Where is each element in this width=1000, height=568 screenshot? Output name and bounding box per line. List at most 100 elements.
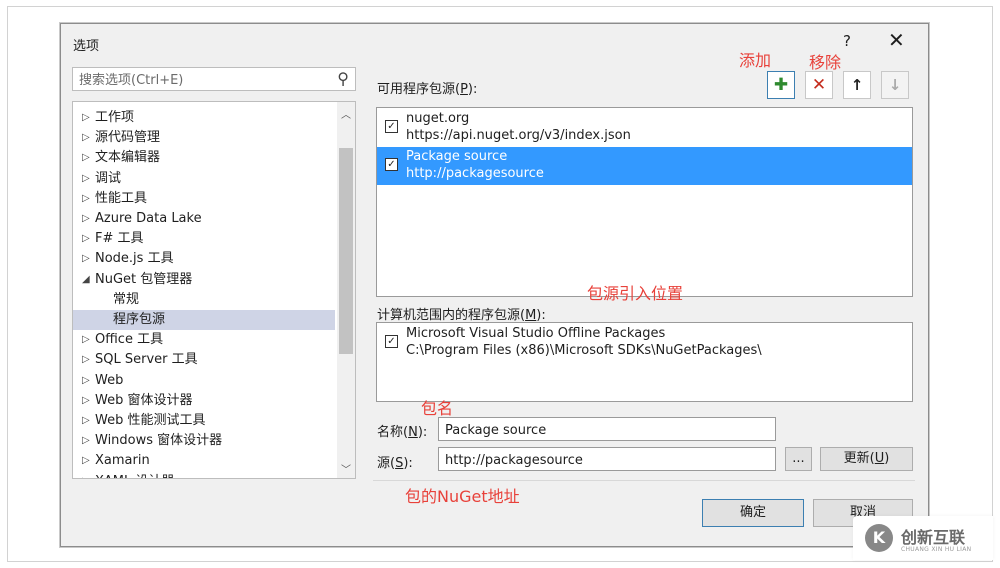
tree-item[interactable]: ▷ 文本编辑器 bbox=[73, 148, 335, 168]
name-field[interactable] bbox=[438, 417, 776, 441]
watermark-text: 创新互联 bbox=[901, 528, 966, 547]
source-field[interactable] bbox=[438, 447, 776, 471]
source-label: 源(S): bbox=[377, 456, 413, 471]
collapsed-arrow-icon[interactable]: ▷ bbox=[82, 148, 90, 168]
tree-item[interactable]: ▷ F# 工具 bbox=[73, 229, 335, 249]
machine-sources-label: 计算机范围内的程序包源(M): bbox=[377, 308, 546, 323]
tree-item-label: NuGet 包管理器 bbox=[95, 271, 193, 287]
tree-scrollbar[interactable]: ︿ ﹀ bbox=[337, 102, 355, 478]
tree-item[interactable]: ▷ Web bbox=[73, 371, 335, 391]
tree-item-label: 程序包源 bbox=[113, 312, 166, 327]
tree-item[interactable]: ▷ Xamarin bbox=[73, 451, 335, 471]
available-sources-label: 可用程序包源(P): bbox=[377, 82, 478, 97]
source-input[interactable] bbox=[443, 449, 767, 471]
help-button[interactable]: ? bbox=[843, 32, 851, 50]
brand-logo-icon: K bbox=[865, 524, 893, 552]
tree-item-label: SQL Server 工具 bbox=[95, 352, 198, 368]
tree-item[interactable]: ▷ 调试 bbox=[73, 169, 335, 189]
available-sources-list[interactable]: ✓ nuget.org https://api.nuget.org/v3/ind… bbox=[376, 107, 913, 297]
ok-button[interactable]: 确定 bbox=[702, 499, 804, 527]
collapsed-arrow-icon[interactable]: ▷ bbox=[82, 451, 90, 471]
source-name: Package source bbox=[406, 149, 508, 164]
source-checkbox[interactable]: ✓ bbox=[385, 120, 398, 133]
watermark: K 创新互联 CHUANG XIN HU LIAN bbox=[853, 516, 993, 560]
scroll-up-icon[interactable]: ︿ bbox=[341, 106, 351, 121]
annotation-url: 包的NuGet地址 bbox=[405, 487, 520, 506]
collapsed-arrow-icon[interactable]: ▷ bbox=[82, 391, 90, 411]
collapsed-arrow-icon[interactable]: ▷ bbox=[82, 472, 90, 478]
browse-button[interactable]: ... bbox=[785, 447, 812, 471]
machine-source-item[interactable]: ✓ Microsoft Visual Studio Offline Packag… bbox=[377, 324, 912, 362]
collapsed-arrow-icon[interactable]: ▷ bbox=[82, 189, 90, 209]
source-url: C:\Program Files (x86)\Microsoft SDKs\Nu… bbox=[406, 343, 762, 358]
tree-item-label: 性能工具 bbox=[95, 190, 148, 206]
annotation-position: 包源引入位置 bbox=[587, 284, 684, 303]
remove-source-button[interactable]: ✕ bbox=[805, 71, 833, 99]
collapsed-arrow-icon[interactable]: ▷ bbox=[82, 350, 90, 370]
tree-item-label: Windows 窗体设计器 bbox=[95, 433, 223, 449]
machine-sources-list[interactable]: ✓ Microsoft Visual Studio Offline Packag… bbox=[376, 322, 913, 402]
collapsed-arrow-icon[interactable]: ▷ bbox=[82, 229, 90, 249]
source-url: https://api.nuget.org/v3/index.json bbox=[406, 128, 631, 143]
divider bbox=[373, 480, 915, 481]
tree-item-label: Web bbox=[95, 372, 124, 388]
move-down-button[interactable]: ↓ bbox=[881, 71, 909, 99]
tree-item[interactable]: ▷ Windows 窗体设计器 bbox=[73, 431, 335, 451]
watermark-subtext: CHUANG XIN HU LIAN bbox=[901, 546, 972, 553]
tree-item[interactable]: 程序包源 bbox=[73, 310, 335, 330]
collapsed-arrow-icon[interactable]: ▷ bbox=[82, 431, 90, 451]
update-button[interactable]: 更新(U) bbox=[820, 447, 913, 471]
source-checkbox[interactable]: ✓ bbox=[385, 335, 398, 348]
source-item-package-source[interactable]: ✓ Package source http://packagesource bbox=[377, 147, 912, 185]
tree-item-label: Azure Data Lake bbox=[95, 211, 202, 226]
tree-item-label: 源代码管理 bbox=[95, 130, 161, 146]
dialog-title: 选项 bbox=[73, 39, 100, 54]
scroll-down-icon[interactable]: ﹀ bbox=[341, 461, 351, 476]
source-name: Microsoft Visual Studio Offline Packages bbox=[406, 326, 666, 341]
tree-item-label: Web 窗体设计器 bbox=[95, 392, 193, 408]
tree-item[interactable]: ▷ 性能工具 bbox=[73, 189, 335, 209]
tree-item-label: 调试 bbox=[95, 170, 122, 186]
tree-item[interactable]: ▷ XAML 设计器 bbox=[73, 472, 335, 478]
tree-item[interactable]: ▷ SQL Server 工具 bbox=[73, 350, 335, 370]
tree-item-label: F# 工具 bbox=[95, 231, 144, 247]
collapsed-arrow-icon[interactable]: ▷ bbox=[82, 411, 90, 431]
options-tree[interactable]: ▷ 工作项 ▷ 源代码管理 ▷ 文本编辑器 ▷ 调试 ▷ 性能工具 ▷ Azure Data Lake… bbox=[72, 101, 356, 479]
tree-item-label: Web 性能测试工具 bbox=[95, 413, 206, 428]
collapsed-arrow-icon[interactable]: ▷ bbox=[82, 371, 90, 391]
collapsed-arrow-icon[interactable]: ▷ bbox=[82, 249, 90, 269]
tree-item[interactable]: ▷ Office 工具 bbox=[73, 330, 335, 350]
search-input[interactable] bbox=[77, 69, 321, 91]
tree-item[interactable]: ▷ Azure Data Lake bbox=[73, 209, 335, 229]
tree-item-label: 常规 bbox=[113, 291, 140, 307]
source-checkbox[interactable]: ✓ bbox=[385, 158, 398, 171]
collapsed-arrow-icon[interactable]: ▷ bbox=[82, 209, 90, 229]
close-button[interactable]: ✕ bbox=[888, 28, 905, 52]
tree-item-label: 工作项 bbox=[95, 110, 135, 125]
search-box[interactable]: ⚲ bbox=[72, 67, 356, 91]
annotation-remove: 移除 bbox=[809, 53, 842, 72]
tree-item-label: Node.js 工具 bbox=[95, 251, 174, 267]
tree-item[interactable]: ▷ 工作项 bbox=[73, 108, 335, 128]
expanded-arrow-icon[interactable]: ◢ bbox=[82, 270, 90, 290]
scroll-thumb[interactable] bbox=[339, 148, 353, 354]
tree-item[interactable]: ▷ Web 性能测试工具 bbox=[73, 411, 335, 431]
name-input[interactable] bbox=[443, 419, 767, 441]
add-source-button[interactable]: ✚ bbox=[767, 71, 795, 99]
tree-item[interactable]: ▷ Node.js 工具 bbox=[73, 249, 335, 269]
tree-item[interactable]: ▷ Web 窗体设计器 bbox=[73, 391, 335, 411]
name-label: 名称(N): bbox=[377, 425, 428, 440]
source-item-nuget[interactable]: ✓ nuget.org https://api.nuget.org/v3/ind… bbox=[377, 109, 912, 147]
collapsed-arrow-icon[interactable]: ▷ bbox=[82, 108, 90, 128]
tree-item-label: 文本编辑器 bbox=[95, 150, 161, 166]
collapsed-arrow-icon[interactable]: ▷ bbox=[82, 169, 90, 189]
options-dialog: 选项 ? ✕ ⚲ ▷ 工作项 ▷ 源代码管理 ▷ 文本编辑器 ▷ 调试 ▷ 性能工具 ▷ Azure … bbox=[60, 23, 929, 547]
tree-item[interactable]: 常规 bbox=[73, 290, 335, 310]
collapsed-arrow-icon[interactable]: ▷ bbox=[82, 330, 90, 350]
tree-item[interactable]: ▷ 源代码管理 bbox=[73, 128, 335, 148]
collapsed-arrow-icon[interactable]: ▷ bbox=[82, 128, 90, 148]
search-icon[interactable]: ⚲ bbox=[337, 69, 349, 88]
tree-item[interactable]: ◢ NuGet 包管理器 bbox=[73, 270, 335, 290]
move-up-button[interactable]: ↑ bbox=[843, 71, 871, 99]
source-name: nuget.org bbox=[406, 111, 470, 126]
